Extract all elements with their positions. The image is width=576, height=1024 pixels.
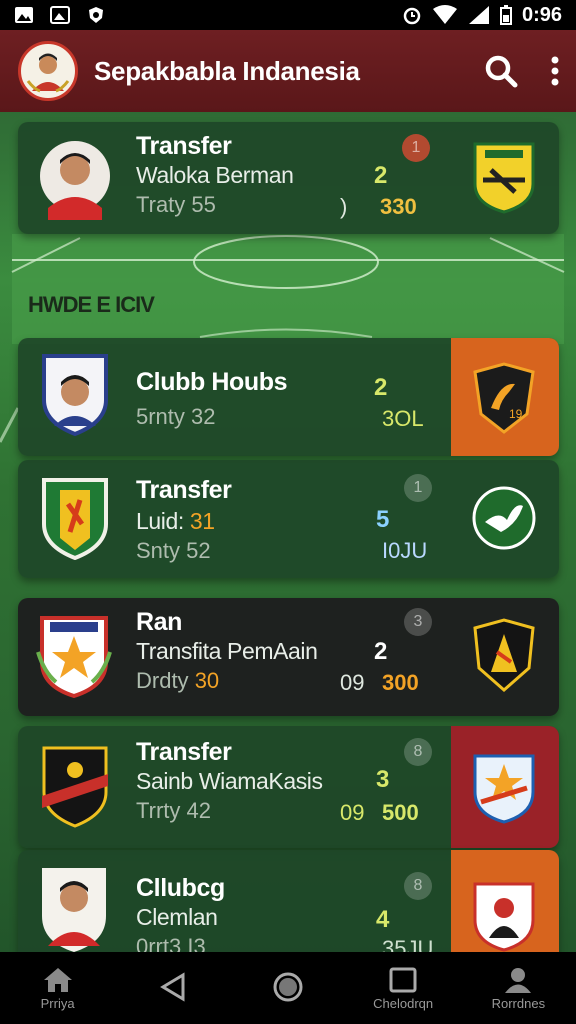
svg-text:19: 19 <box>509 407 523 421</box>
status-bar: 0:96 <box>0 0 576 30</box>
item-mid: ) <box>340 194 348 219</box>
wifi-icon <box>432 5 457 24</box>
app-logo <box>18 41 78 101</box>
alarm-icon <box>403 7 421 25</box>
item-meta: Snty 52 <box>136 538 211 563</box>
item-value: 35JU <box>382 936 434 952</box>
app-bar: Sepakbabla Indanesia <box>0 30 576 112</box>
shield-notification-icon <box>89 7 103 23</box>
nav-label: Chelodrqn <box>373 995 434 1011</box>
item-value: I0JU <box>382 538 428 563</box>
item-subtitle: Waloka Berman <box>136 162 294 188</box>
player-avatar <box>40 141 110 220</box>
badge-circle: 1 <box>404 474 432 502</box>
search-icon[interactable] <box>484 54 518 88</box>
item-title: Transfer <box>136 476 232 504</box>
item-subtitle: Sainb WiamaKasis <box>136 768 323 794</box>
battery-icon <box>499 5 512 25</box>
back-icon <box>159 972 185 1002</box>
nav-label: Prriya <box>40 995 75 1011</box>
status-time: 0:96 <box>521 3 562 26</box>
club-crest-avatar <box>42 746 108 828</box>
club-crest-icon <box>473 882 535 952</box>
club-shield-avatar <box>42 354 108 436</box>
player-logo-icon <box>26 53 70 93</box>
club-crest-icon: 19 <box>473 362 535 434</box>
bottom-nav: Prriya Chelodrqn Rorrdnes <box>0 952 576 1024</box>
feed-content[interactable]: HWDE E ICIV Transfer Waloka Berman Traty… <box>0 112 576 952</box>
item-count: 5 <box>376 506 390 533</box>
item-mid: 09 <box>340 670 365 695</box>
club-crest-icon <box>472 486 536 550</box>
club-crest-icon <box>473 142 535 214</box>
item-title: Clubb Houbs <box>136 368 288 396</box>
item-meta: 0rrt3 I3 <box>136 934 206 952</box>
club-crest-icon <box>473 754 535 824</box>
profile-icon <box>505 967 532 993</box>
nav-home-circle[interactable] <box>238 971 338 1005</box>
club-crest-icon <box>473 618 535 692</box>
item-meta: Traty 55 <box>136 192 216 217</box>
nav-recents[interactable]: Chelodrqn <box>353 966 453 1011</box>
item-count: 2 <box>374 638 388 665</box>
item-title: Cllubcg <box>136 874 225 902</box>
club-crest-avatar <box>36 616 112 698</box>
nav-profile[interactable]: Rorrdnes <box>468 966 568 1011</box>
item-meta: Trrty 42 <box>136 798 211 823</box>
item-count: 2 <box>374 162 388 189</box>
image-notification-icon <box>50 6 70 24</box>
item-value: 300 <box>382 670 419 695</box>
item-value: 3OL <box>382 406 424 431</box>
item-subtitle: Luid: 31 <box>136 508 215 534</box>
badge-circle: 3 <box>404 608 432 636</box>
item-subtitle: Clemlan <box>136 904 218 930</box>
home-circle-icon <box>273 972 303 1002</box>
item-count: 2 <box>374 374 388 401</box>
item-title: Transfer <box>136 738 232 766</box>
list-item[interactable]: Transfer Sainb WiamaKasis Trrty 42 09 3 … <box>18 726 559 848</box>
signal-icon <box>468 6 489 24</box>
item-subtitle: Transfita PemAain <box>136 638 318 664</box>
badge-circle: 8 <box>404 872 432 900</box>
nav-back[interactable] <box>123 972 223 1004</box>
section-label: HWDE E ICIV <box>28 292 155 317</box>
nav-home[interactable]: Prriya <box>8 966 108 1011</box>
item-value: 330 <box>380 194 417 219</box>
item-value: 500 <box>382 800 419 825</box>
square-icon <box>389 967 417 992</box>
more-options-icon[interactable] <box>550 56 560 86</box>
home-icon <box>43 967 72 992</box>
item-count: 3 <box>376 766 390 793</box>
item-meta: 5rnty 32 <box>136 404 216 429</box>
item-meta: Drdty 30 <box>136 668 220 693</box>
item-mid: 09 <box>340 800 365 825</box>
list-item[interactable]: Clubb Houbs 5rnty 32 2 3OL 19 <box>18 338 559 456</box>
badge-circle: 8 <box>404 738 432 766</box>
list-item[interactable]: Cllubcg Clemlan 0rrt3 I3 4 35JU 8 <box>18 850 559 952</box>
list-item[interactable]: Transfer Waloka Berman Traty 55 ) 2 330 … <box>18 122 559 234</box>
item-title: Transfer <box>136 132 232 160</box>
item-title: Ran <box>136 608 183 636</box>
item-count: 4 <box>376 906 390 933</box>
badge-circle: 1 <box>402 134 430 162</box>
player-avatar <box>42 868 106 952</box>
list-item[interactable]: Ran Transfita PemAain Drdty 30 09 2 300 … <box>18 598 559 716</box>
app-title: Sepakbabla Indanesia <box>94 55 360 86</box>
gallery-notification-icon <box>15 7 33 23</box>
club-crest-avatar <box>42 478 108 560</box>
nav-label: Rorrdnes <box>491 995 546 1011</box>
list-item[interactable]: Transfer Luid: 31 Snty 52 5 I0JU 1 <box>18 460 559 578</box>
